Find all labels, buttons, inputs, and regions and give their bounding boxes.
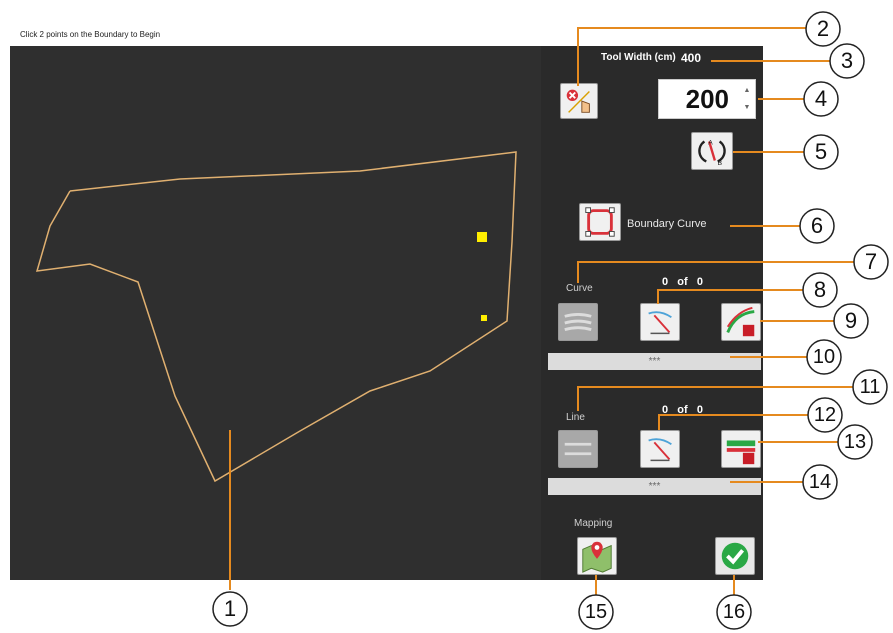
- callout-15: 15: [584, 601, 608, 623]
- curve-draw-button[interactable]: [640, 303, 680, 341]
- boundary-curve-button[interactable]: [579, 203, 621, 241]
- svg-text:B: B: [718, 160, 723, 167]
- line-name-bar[interactable]: ***: [548, 478, 761, 495]
- callout-12: 12: [813, 404, 837, 426]
- field-boundary: [35, 151, 517, 483]
- title-bar: Click 2 points on the Boundary to Begin: [10, 24, 763, 47]
- numeric-spinner[interactable]: ▲ ▼: [741, 82, 753, 116]
- callout-11: 11: [859, 376, 881, 398]
- callout-4: 4: [814, 86, 828, 111]
- numeric-input-value: 200: [685, 84, 729, 114]
- clear-points-button[interactable]: [560, 83, 598, 119]
- curve-delete-icon: [726, 306, 755, 337]
- callout-2: 2: [816, 16, 830, 41]
- numeric-input[interactable]: 200 ▲ ▼: [658, 79, 756, 119]
- callout-6: 6: [810, 213, 824, 238]
- mapping-icon: [582, 541, 612, 573]
- svg-text:A: A: [708, 139, 713, 146]
- callout-16: 16: [722, 601, 746, 623]
- boundary-curve-icon: [585, 207, 615, 237]
- line-draw-button[interactable]: [640, 430, 680, 468]
- mapping-button[interactable]: [577, 537, 617, 575]
- callout-10: 10: [812, 346, 836, 368]
- curve-name-bar[interactable]: ***: [548, 353, 761, 370]
- clear-points-icon: [566, 89, 590, 113]
- line-list-button[interactable]: [558, 430, 598, 468]
- curve-draw-icon: [648, 311, 672, 335]
- line-draw-icon: [648, 438, 672, 462]
- callout-14: 14: [808, 471, 832, 493]
- callout-3: 3: [840, 48, 854, 73]
- callout-9: 9: [844, 308, 858, 333]
- ok-check-icon: [721, 542, 749, 570]
- curve-delete-button[interactable]: [721, 303, 761, 341]
- curve-count: 0 of 0: [662, 276, 703, 288]
- map-canvas[interactable]: [10, 46, 541, 580]
- boundary-path: [35, 151, 517, 483]
- curve-label: Curve: [566, 283, 593, 294]
- line-label: Line: [566, 412, 585, 423]
- line-delete-button[interactable]: [721, 430, 761, 468]
- ab-swap-button[interactable]: A B: [691, 132, 733, 170]
- callout-7: 7: [864, 249, 878, 274]
- boundary-point-marker: [477, 232, 487, 242]
- boundary-point-marker-small: [481, 315, 487, 321]
- ab-swap-icon: A B: [698, 139, 726, 167]
- callout-1: 1: [223, 596, 237, 621]
- line-list-icon: [564, 442, 592, 456]
- curve-list-button[interactable]: [558, 303, 598, 341]
- instruction-text: Click 2 points on the Boundary to Begin: [20, 30, 161, 39]
- boundary-curve-label: Boundary Curve: [627, 218, 707, 230]
- line-count: 0 of 0: [662, 404, 703, 416]
- ok-button[interactable]: [715, 537, 755, 575]
- callout-5: 5: [814, 139, 828, 164]
- callout-13: 13: [843, 431, 867, 453]
- mapping-label: Mapping: [574, 518, 613, 529]
- callout-8: 8: [813, 277, 827, 302]
- curve-list-icon: [564, 313, 592, 331]
- app-window: Click 2 points on the Boundary to Begin …: [0, 0, 893, 633]
- tool-width-label: Tool Width (cm): [601, 52, 676, 63]
- tool-width-value: 400: [681, 51, 702, 65]
- line-delete-icon: [726, 440, 756, 465]
